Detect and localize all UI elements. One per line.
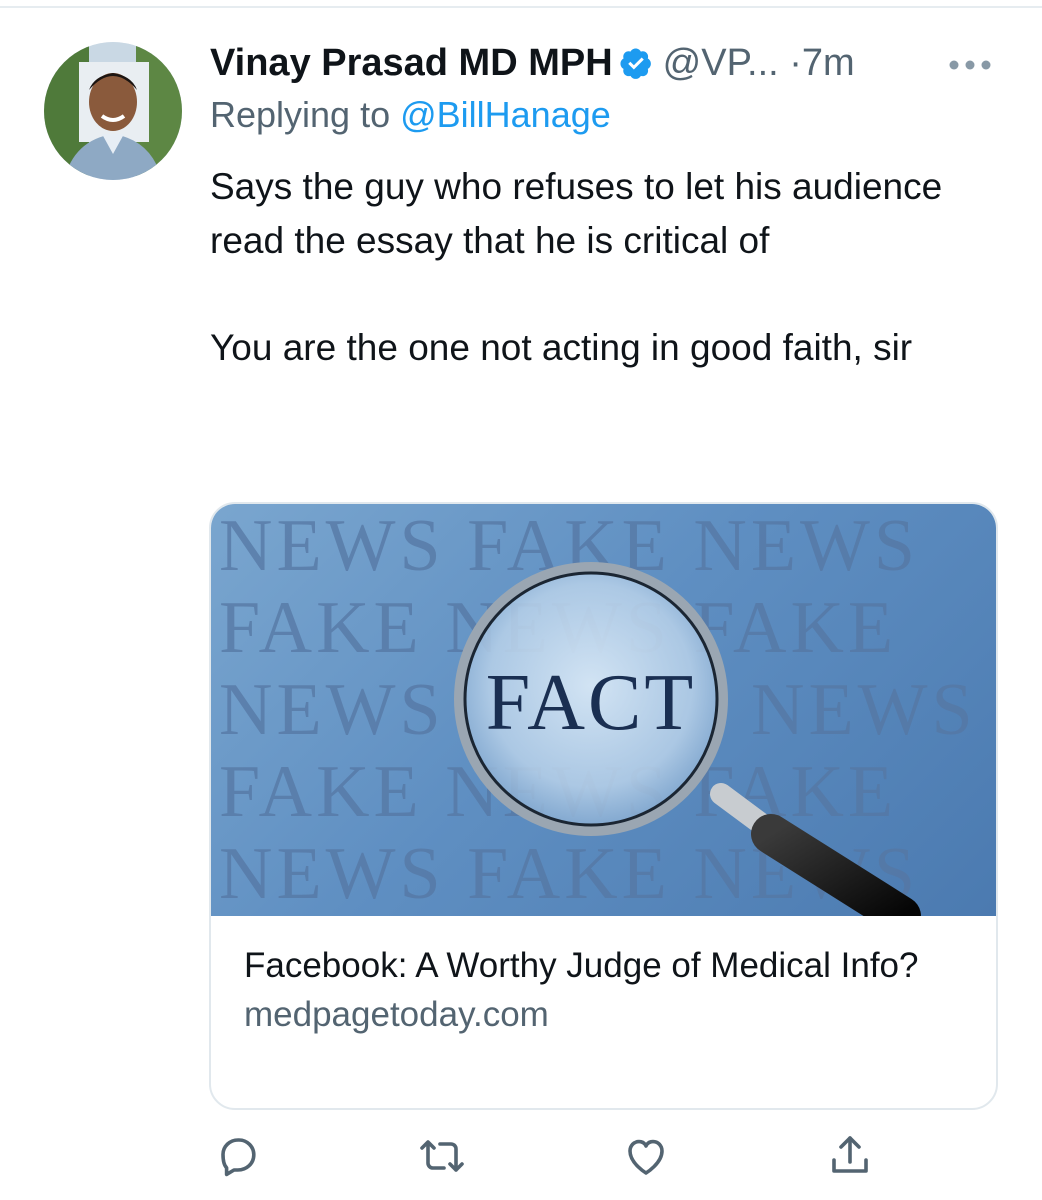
link-card[interactable]: NEWS FAKE NEWS FAKE NEWS FAKE NEWS NEWS … bbox=[209, 502, 998, 1110]
top-divider bbox=[0, 0, 1042, 8]
more-icon[interactable] bbox=[948, 58, 992, 72]
replying-to-line: Replying to @BillHanage bbox=[210, 92, 611, 138]
replying-to-label: Replying to bbox=[210, 94, 401, 135]
reply-icon[interactable] bbox=[214, 1132, 262, 1180]
image-row-3-right: NEWS bbox=[751, 669, 977, 751]
verified-badge-icon bbox=[619, 46, 653, 80]
share-icon[interactable] bbox=[826, 1132, 874, 1180]
author-handle[interactable]: @VP... bbox=[663, 42, 779, 84]
tweet-paragraph-2: You are the one not acting in good faith… bbox=[210, 326, 913, 368]
tweet-text: Says the guy who refuses to let his audi… bbox=[210, 160, 1010, 374]
image-row-3: NEWS bbox=[219, 669, 445, 751]
separator-dot: · bbox=[789, 42, 802, 84]
card-domain[interactable]: medpagetoday.com bbox=[244, 990, 964, 1040]
like-icon[interactable] bbox=[622, 1132, 670, 1180]
avatar-photo bbox=[44, 42, 182, 180]
card-image[interactable]: NEWS FAKE NEWS FAKE NEWS FAKE NEWS NEWS … bbox=[211, 504, 996, 916]
replying-to-mention[interactable]: @BillHanage bbox=[400, 94, 611, 135]
tweet-timestamp[interactable]: 7m bbox=[802, 42, 855, 84]
tweet-paragraph-1: Says the guy who refuses to let his audi… bbox=[210, 166, 943, 261]
fake-news-magnifier-image: NEWS FAKE NEWS FAKE NEWS FAKE NEWS NEWS … bbox=[219, 505, 977, 916]
magnified-word: FACT bbox=[486, 659, 697, 747]
card-title[interactable]: Facebook: A Worthy Judge of Medical Info… bbox=[244, 942, 964, 990]
tweet-header: Vinay Prasad MD MPH @VP... ·7m bbox=[210, 38, 1010, 88]
action-bar bbox=[0, 1132, 1042, 1182]
retweet-icon[interactable] bbox=[418, 1132, 466, 1180]
author-name[interactable]: Vinay Prasad MD MPH bbox=[210, 42, 613, 84]
avatar[interactable] bbox=[44, 42, 182, 180]
card-text[interactable]: Facebook: A Worthy Judge of Medical Info… bbox=[244, 942, 964, 1040]
